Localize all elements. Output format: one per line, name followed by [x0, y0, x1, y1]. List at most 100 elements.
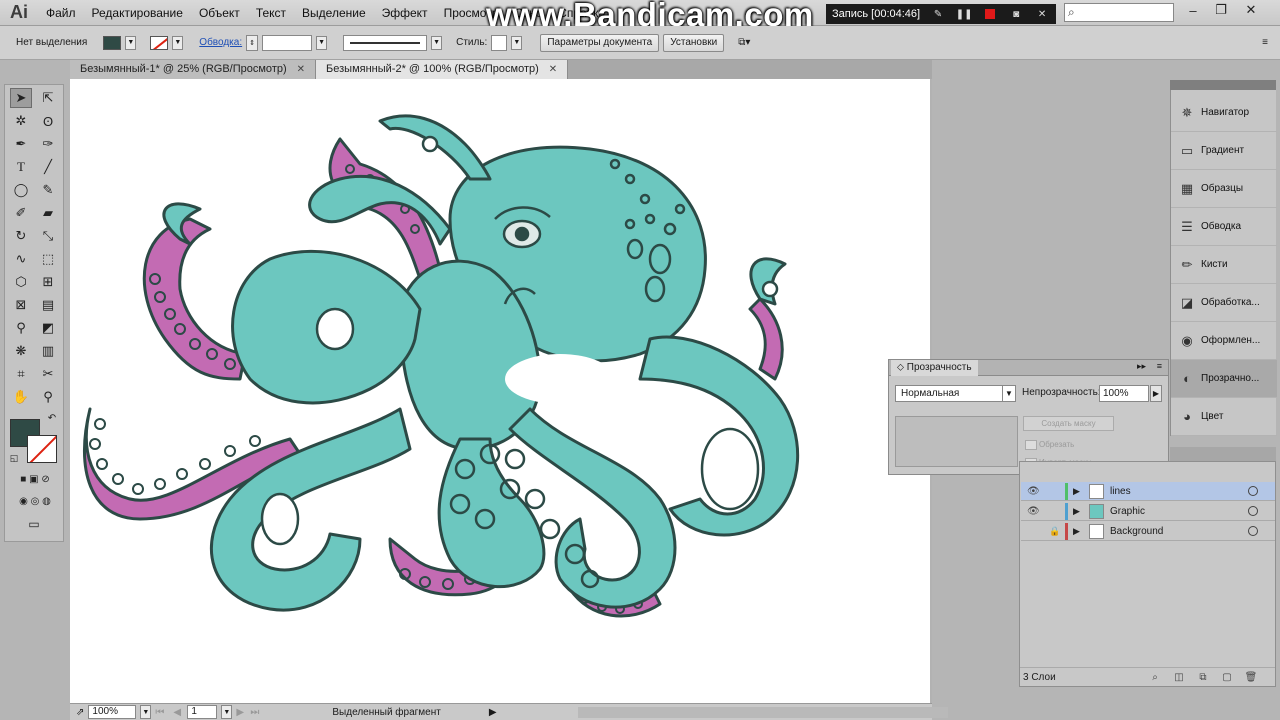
next-page-icon[interactable]: ▶ [236, 707, 246, 718]
blend-tool-icon[interactable]: ◩ [37, 318, 59, 338]
stroke-color-swatch[interactable] [27, 435, 57, 463]
dock-gradient[interactable]: ▭ Градиент [1171, 132, 1277, 170]
canvas-area[interactable] [70, 79, 932, 703]
dock-brushes[interactable]: ✏ Кисти [1171, 246, 1277, 284]
menu-type[interactable]: Текст [248, 0, 294, 26]
expand-icon[interactable]: ▶ [1073, 486, 1080, 497]
curvature-tool-icon[interactable]: ✑ [37, 134, 59, 154]
clip-checkbox[interactable] [1025, 440, 1037, 450]
pen-tool-icon[interactable]: ✒ [10, 134, 32, 154]
fill-swatch[interactable] [103, 35, 122, 50]
artboard[interactable] [70, 79, 930, 703]
eye-icon[interactable]: 👁 [1027, 486, 1040, 497]
dock-transparency[interactable]: ◐ Прозрачно... [1171, 360, 1277, 398]
symbol-sprayer-tool-icon[interactable]: ❋ [10, 341, 32, 361]
prev-page-icon[interactable]: ◀ [173, 707, 183, 718]
dock-swatches[interactable]: ▦ Образцы [1171, 170, 1277, 208]
new-sublayer-icon[interactable]: ⧉ [1196, 671, 1210, 684]
magic-wand-tool-icon[interactable]: ✲ [10, 111, 32, 131]
maximize-icon[interactable]: ❐ [1208, 0, 1234, 20]
blend-mode-select[interactable]: Нормальная ▼ [895, 385, 1016, 402]
share-icon[interactable]: ⇗ [76, 707, 84, 718]
panel-menu-icon[interactable]: ≡ [1262, 37, 1268, 48]
octopus-illustration[interactable] [70, 79, 930, 703]
menu-object[interactable]: Объект [191, 0, 248, 26]
layer-name[interactable]: Background [1110, 526, 1163, 537]
opacity-input[interactable]: 100% [1099, 385, 1149, 402]
collapse-icon[interactable]: ▸▸ [1137, 361, 1146, 372]
selection-tool-icon[interactable]: ➤ [10, 88, 32, 108]
chevron-down-icon[interactable]: ▼ [140, 705, 152, 719]
menu-window[interactable]: Окно [506, 0, 550, 26]
eraser-tool-icon[interactable]: ▰ [37, 203, 59, 223]
window-close-icon[interactable]: ✕ [1238, 0, 1264, 20]
dock-color[interactable]: ◕ Цвет [1171, 398, 1277, 436]
minimize-icon[interactable]: – [1180, 0, 1206, 20]
page-number-field[interactable]: 1 [187, 705, 218, 719]
chevron-down-icon[interactable]: ▼ [221, 705, 233, 719]
mesh-tool-icon[interactable]: ⊠ [10, 295, 32, 315]
ellipse-tool-icon[interactable]: ◯ [10, 180, 32, 200]
close-icon[interactable]: ✕ [1034, 7, 1050, 21]
clipping-mask-icon[interactable]: ◫ [1172, 671, 1186, 684]
stepper-icon[interactable]: ⇕ [246, 34, 259, 51]
tab-transparency[interactable]: ⬦ Прозрачность [891, 360, 978, 376]
close-icon[interactable]: ✕ [549, 60, 557, 79]
first-page-icon[interactable]: ⏮ [155, 707, 169, 718]
eye-icon[interactable]: 👁 [1027, 506, 1040, 517]
color-mode-icons[interactable]: ■ ▣ ⊘ [11, 471, 59, 487]
line-tool-icon[interactable]: ╱ [37, 157, 59, 177]
camera-icon[interactable]: ◙ [1008, 7, 1024, 21]
dock-header[interactable] [1170, 80, 1276, 90]
stroke-swatch[interactable] [150, 35, 169, 50]
horizontal-scrollbar[interactable] [578, 707, 948, 718]
draw-mode-icons[interactable]: ◉ ◎ ◍ [11, 493, 59, 509]
tab-document-2[interactable]: Безымянный-2* @ 100% (RGB/Просмотр) ✕ [316, 60, 569, 79]
paintbrush-tool-icon[interactable]: ✎ [37, 180, 59, 200]
warp-tool-icon[interactable]: ∿ [10, 249, 32, 269]
stroke-weight-input[interactable] [262, 34, 313, 51]
layer-name[interactable]: Graphic [1110, 506, 1145, 517]
opacity-slider-icon[interactable]: ▶ [1150, 385, 1162, 402]
rotate-tool-icon[interactable]: ↻ [10, 226, 32, 246]
transparency-panel-header[interactable]: ⬦ Прозрачность ▸▸ ≡ [889, 360, 1168, 376]
artboard-tool-icon[interactable]: ⌗ [10, 364, 32, 384]
layers-panel-header[interactable] [1170, 447, 1276, 461]
search-input[interactable]: ⌕ [1064, 3, 1174, 22]
layer-row-graphic[interactable]: 👁 ▶ Graphic [1021, 502, 1275, 521]
stroke-link[interactable]: Обводка: [199, 37, 242, 48]
panel-menu-icon[interactable]: ≡ [1157, 361, 1162, 371]
chevron-down-icon[interactable]: ▼ [511, 35, 523, 50]
new-layer-icon[interactable]: ▢ [1220, 671, 1234, 684]
dock-pathfinder[interactable]: ◪ Обработка... [1171, 284, 1277, 322]
shape-builder-tool-icon[interactable]: ⬡ [10, 272, 32, 292]
eyedropper-tool-icon[interactable]: ⚲ [10, 318, 32, 338]
slice-tool-icon[interactable]: ✂ [37, 364, 59, 384]
layer-row-lines[interactable]: 👁 ▶ lines [1021, 482, 1275, 501]
menu-edit[interactable]: Редактирование [84, 0, 191, 26]
document-settings-button[interactable]: Параметры документа [540, 33, 660, 52]
pencil-icon[interactable]: ✎ [930, 7, 946, 21]
perspective-grid-tool-icon[interactable]: ⊞ [37, 272, 59, 292]
default-colors-icon[interactable]: ◱ [7, 451, 21, 465]
chevron-down-icon[interactable]: ▼ [172, 35, 184, 50]
blob-brush-tool-icon[interactable]: ✐ [10, 203, 32, 223]
close-icon[interactable]: ✕ [297, 60, 305, 79]
expand-icon[interactable]: ▶ [1073, 506, 1080, 517]
last-page-icon[interactable]: ⏭ [250, 707, 264, 718]
chevron-down-icon[interactable]: ▼ [431, 35, 443, 50]
stroke-profile-select[interactable] [343, 34, 428, 51]
free-transform-tool-icon[interactable]: ⬚ [37, 249, 59, 269]
zoom-tool-icon[interactable]: ⚲ [37, 387, 59, 407]
locate-object-icon[interactable]: ⌕ [1148, 671, 1162, 684]
menu-effect[interactable]: Эффект [374, 0, 436, 26]
dock-stroke[interactable]: ☰ Обводка [1171, 208, 1277, 246]
make-mask-button[interactable]: Создать маску [1023, 416, 1114, 431]
lock-icon[interactable]: 🔒 [1049, 526, 1060, 537]
preferences-button[interactable]: Установки [663, 33, 725, 52]
zoom-level-field[interactable]: 100% [88, 705, 137, 719]
lasso-tool-icon[interactable]: ʘ [37, 111, 59, 131]
menu-help[interactable]: Справка [550, 0, 613, 26]
type-tool-icon[interactable]: T [10, 157, 32, 177]
trash-icon[interactable]: 🗑 [1244, 671, 1258, 684]
